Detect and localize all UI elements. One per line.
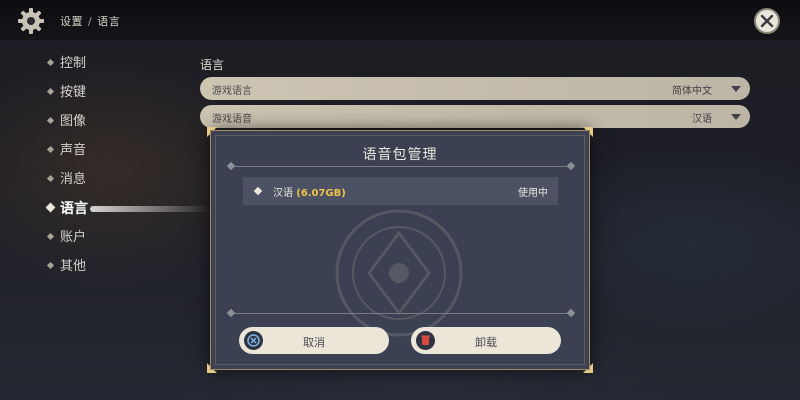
voice-pack-size: (6.07GB) (296, 188, 346, 199)
emblem-watermark-icon (335, 209, 463, 337)
top-bar: 设置 / 语言 (0, 0, 800, 40)
dialog-title: 语音包管理 (362, 147, 438, 163)
active-indicator (90, 206, 210, 212)
nav-item-label: 语言 (60, 201, 88, 217)
nav-item-account[interactable]: 账户 (46, 229, 176, 258)
nav-item-keys[interactable]: 按键 (46, 84, 176, 113)
nav-item-label: 声音 (60, 143, 87, 158)
gear-icon (16, 6, 46, 36)
nav-item-controls[interactable]: 控制 (46, 55, 176, 84)
game-voice-label: 游戏语音 (212, 114, 252, 125)
voice-pack-name: 汉语 (6.07GB) (273, 184, 346, 199)
nav-diamond-icon (45, 202, 56, 213)
dialog-divider-bottom (226, 308, 576, 318)
nav-diamond-icon (46, 145, 55, 154)
close-icon (760, 14, 774, 28)
voice-pack-dialog: 语音包管理 汉语 (6.07GB) 使用中 取消 卸载 (207, 127, 593, 373)
uninstall-button-label: 卸载 (475, 336, 497, 349)
nav-item-other[interactable]: 其他 (46, 258, 176, 287)
settings-nav: 控制 按键 图像 声音 消息 语言 账户 其他 (45, 55, 210, 287)
nav-item-audio[interactable]: 声音 (46, 142, 176, 171)
breadcrumb-current: 语言 (97, 15, 121, 28)
corner-ornament-icon (207, 127, 217, 137)
breadcrumb: 设置 / 语言 (60, 13, 120, 29)
nav-item-label: 其他 (60, 259, 87, 274)
game-language-dropdown[interactable]: 游戏语言 简体中文 (200, 77, 750, 100)
nav-item-label: 账户 (60, 230, 87, 245)
voice-pack-status: 使用中 (518, 188, 548, 199)
nav-item-label: 按键 (60, 85, 87, 100)
corner-ornament-icon (583, 127, 593, 137)
game-voice-value: 汉语 (692, 114, 712, 125)
corner-ornament-icon (583, 363, 593, 373)
corner-ornament-icon (207, 363, 217, 373)
pack-diamond-icon (253, 186, 263, 196)
nav-diamond-icon (46, 174, 55, 183)
nav-diamond-icon (46, 58, 55, 67)
nav-diamond-icon (46, 261, 55, 270)
cancel-button[interactable]: 取消 (239, 327, 389, 354)
cancel-button-label: 取消 (303, 336, 325, 349)
voice-pack-row[interactable]: 汉语 (6.07GB) 使用中 (243, 177, 558, 205)
dialog-divider-top (226, 161, 576, 171)
chevron-down-icon (731, 114, 741, 120)
game-language-label: 游戏语言 (212, 86, 252, 97)
chevron-down-icon (731, 86, 741, 92)
nav-item-label: 消息 (60, 172, 87, 187)
nav-diamond-icon (46, 232, 55, 241)
nav-item-messages[interactable]: 消息 (46, 171, 176, 200)
nav-diamond-icon (46, 87, 55, 96)
nav-diamond-icon (46, 116, 55, 125)
nav-item-label: 图像 (60, 114, 87, 129)
language-section-title: 语言 (200, 58, 225, 72)
voice-pack-language: 汉语 (273, 188, 293, 199)
game-language-value: 简体中文 (672, 86, 712, 97)
breadcrumb-separator: / (88, 15, 93, 28)
nav-item-language[interactable]: 语言 (45, 200, 210, 229)
uninstall-button[interactable]: 卸载 (411, 327, 561, 354)
nav-item-label: 控制 (60, 56, 87, 71)
nav-item-graphics[interactable]: 图像 (46, 113, 176, 142)
close-button[interactable] (754, 8, 780, 34)
game-voice-dropdown[interactable]: 游戏语音 汉语 (200, 105, 750, 128)
breadcrumb-parent[interactable]: 设置 (60, 15, 83, 28)
